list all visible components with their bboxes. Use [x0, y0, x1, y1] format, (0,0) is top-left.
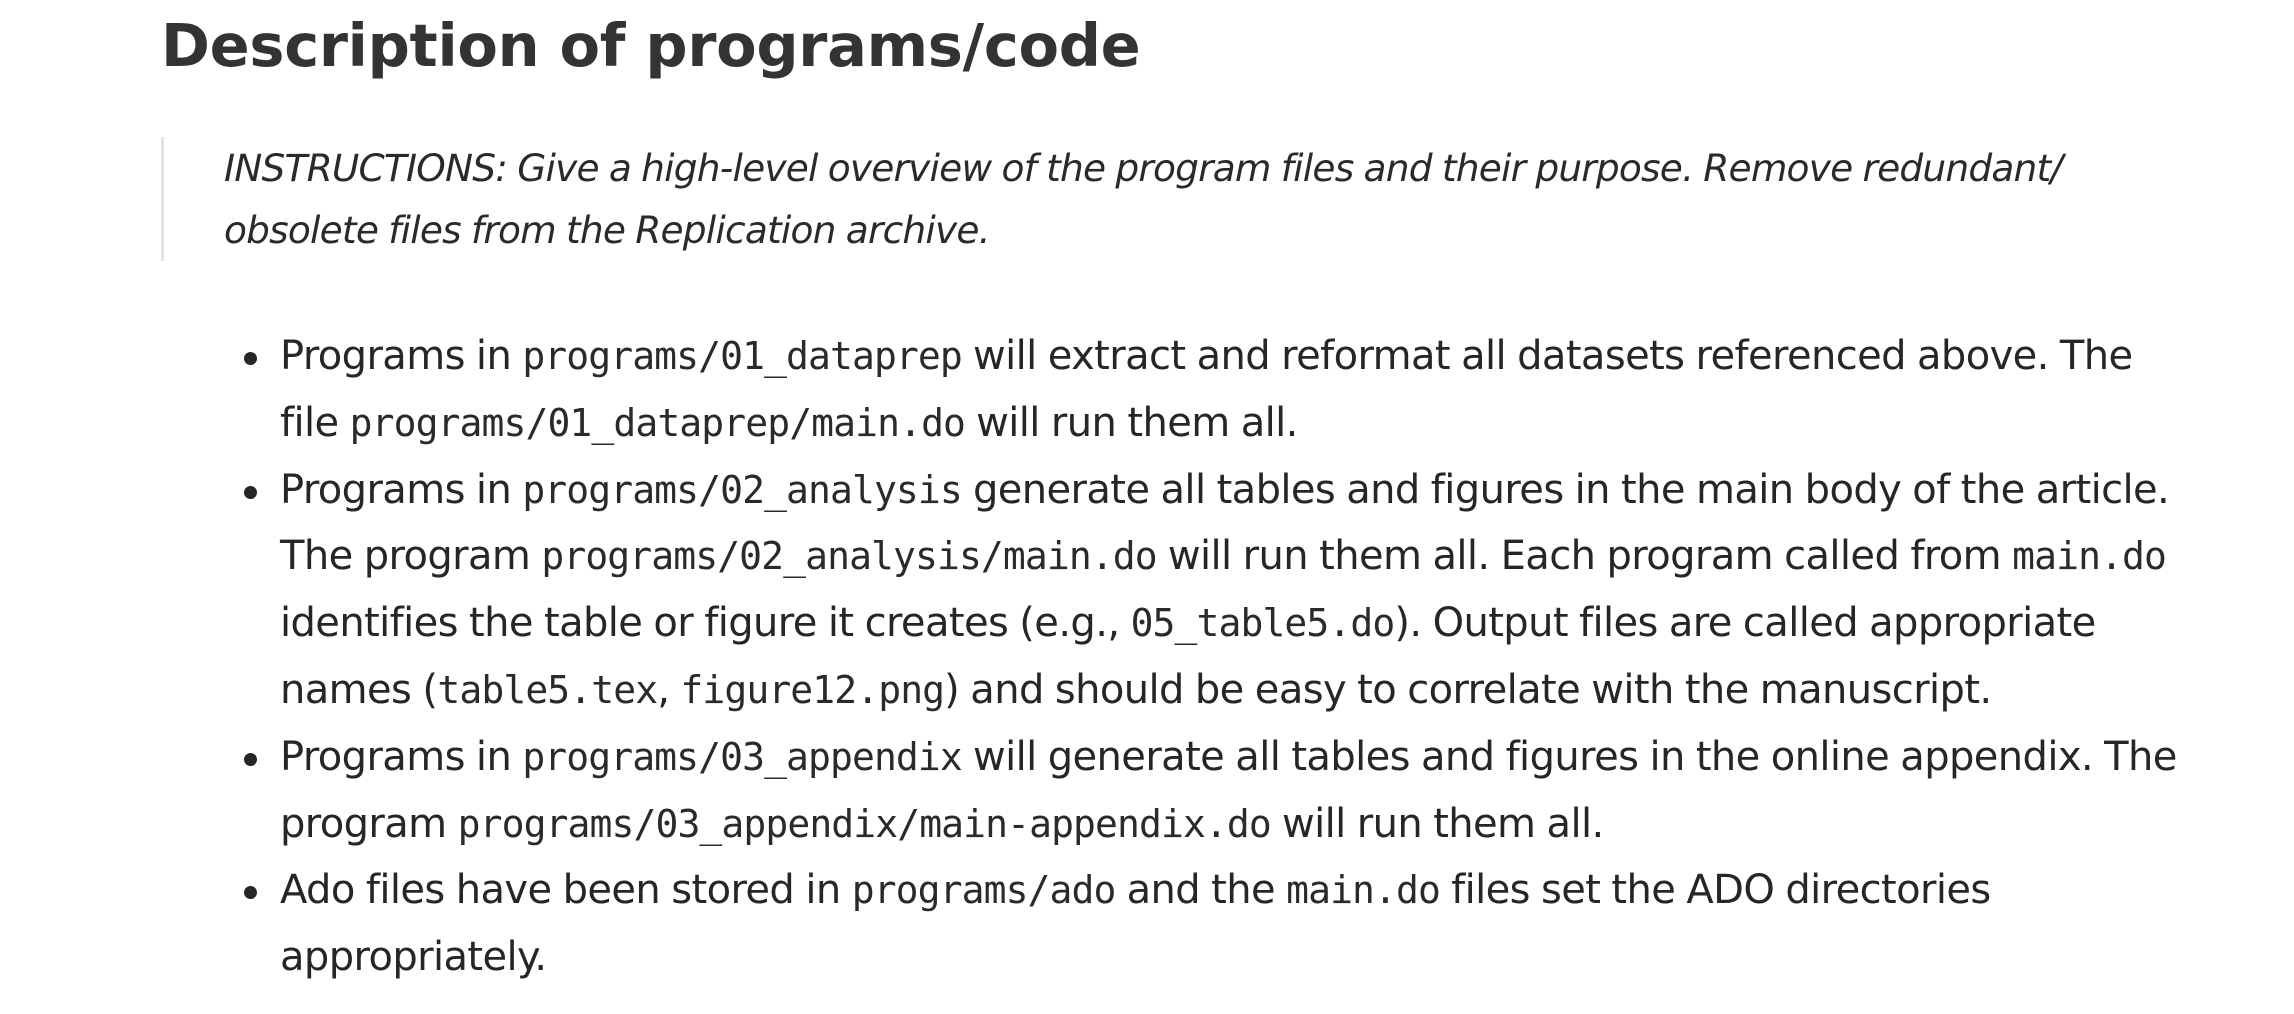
list-item-dataprep: Programs in programs/01_dataprep will ex… — [244, 323, 2180, 457]
code-path: programs/03_appendix/main-appendix.do — [457, 801, 1272, 846]
item-text: ) and should be easy to correlate with t… — [944, 666, 1992, 713]
code-filename: main.do — [1286, 868, 1441, 913]
code-path: programs/02_analysis/main.do — [541, 534, 1157, 579]
code-filename: figure12.png — [680, 667, 945, 712]
item-text: will run them all. Each program called f… — [1156, 533, 2013, 580]
item-text: and the — [1115, 867, 1287, 914]
code-path: programs/03_appendix — [522, 734, 962, 779]
item-text: will run them all. — [965, 399, 1298, 446]
list-item-analysis: Programs in programs/02_analysis generat… — [244, 457, 2180, 724]
code-filename: table5.tex — [437, 667, 658, 712]
instructions-blockquote: INSTRUCTIONS: Give a high-level overview… — [161, 137, 2141, 261]
instructions-text: INSTRUCTIONS: Give a high-level overview… — [224, 146, 2063, 252]
list-item-ado: Ado files have been stored in programs/a… — [244, 857, 2180, 991]
program-list: Programs in programs/01_dataprep will ex… — [244, 323, 2180, 991]
readme-page: Description of programs/code INSTRUCTION… — [0, 0, 2294, 1014]
item-text: Programs in — [280, 466, 523, 513]
list-item-appendix: Programs in programs/03_appendix will ge… — [244, 724, 2180, 858]
item-text: , — [657, 666, 681, 713]
section-heading: Description of programs/code — [161, 11, 1141, 80]
code-path: programs/01_dataprep/main.do — [349, 400, 966, 445]
code-path: programs/02_analysis — [522, 467, 962, 512]
code-filename: 05_table5.do — [1130, 601, 1396, 646]
code-filename: main.do — [2012, 534, 2167, 579]
item-text: identifies the table or figure it create… — [280, 600, 1131, 647]
item-text: Programs in — [280, 333, 523, 379]
item-text: Programs in — [280, 733, 523, 780]
code-path: programs/ado — [851, 868, 1117, 913]
item-text: will run them all. — [1270, 800, 1604, 847]
code-path: programs/01_dataprep — [522, 334, 962, 378]
item-text: Ado files have been stored in — [280, 867, 852, 914]
